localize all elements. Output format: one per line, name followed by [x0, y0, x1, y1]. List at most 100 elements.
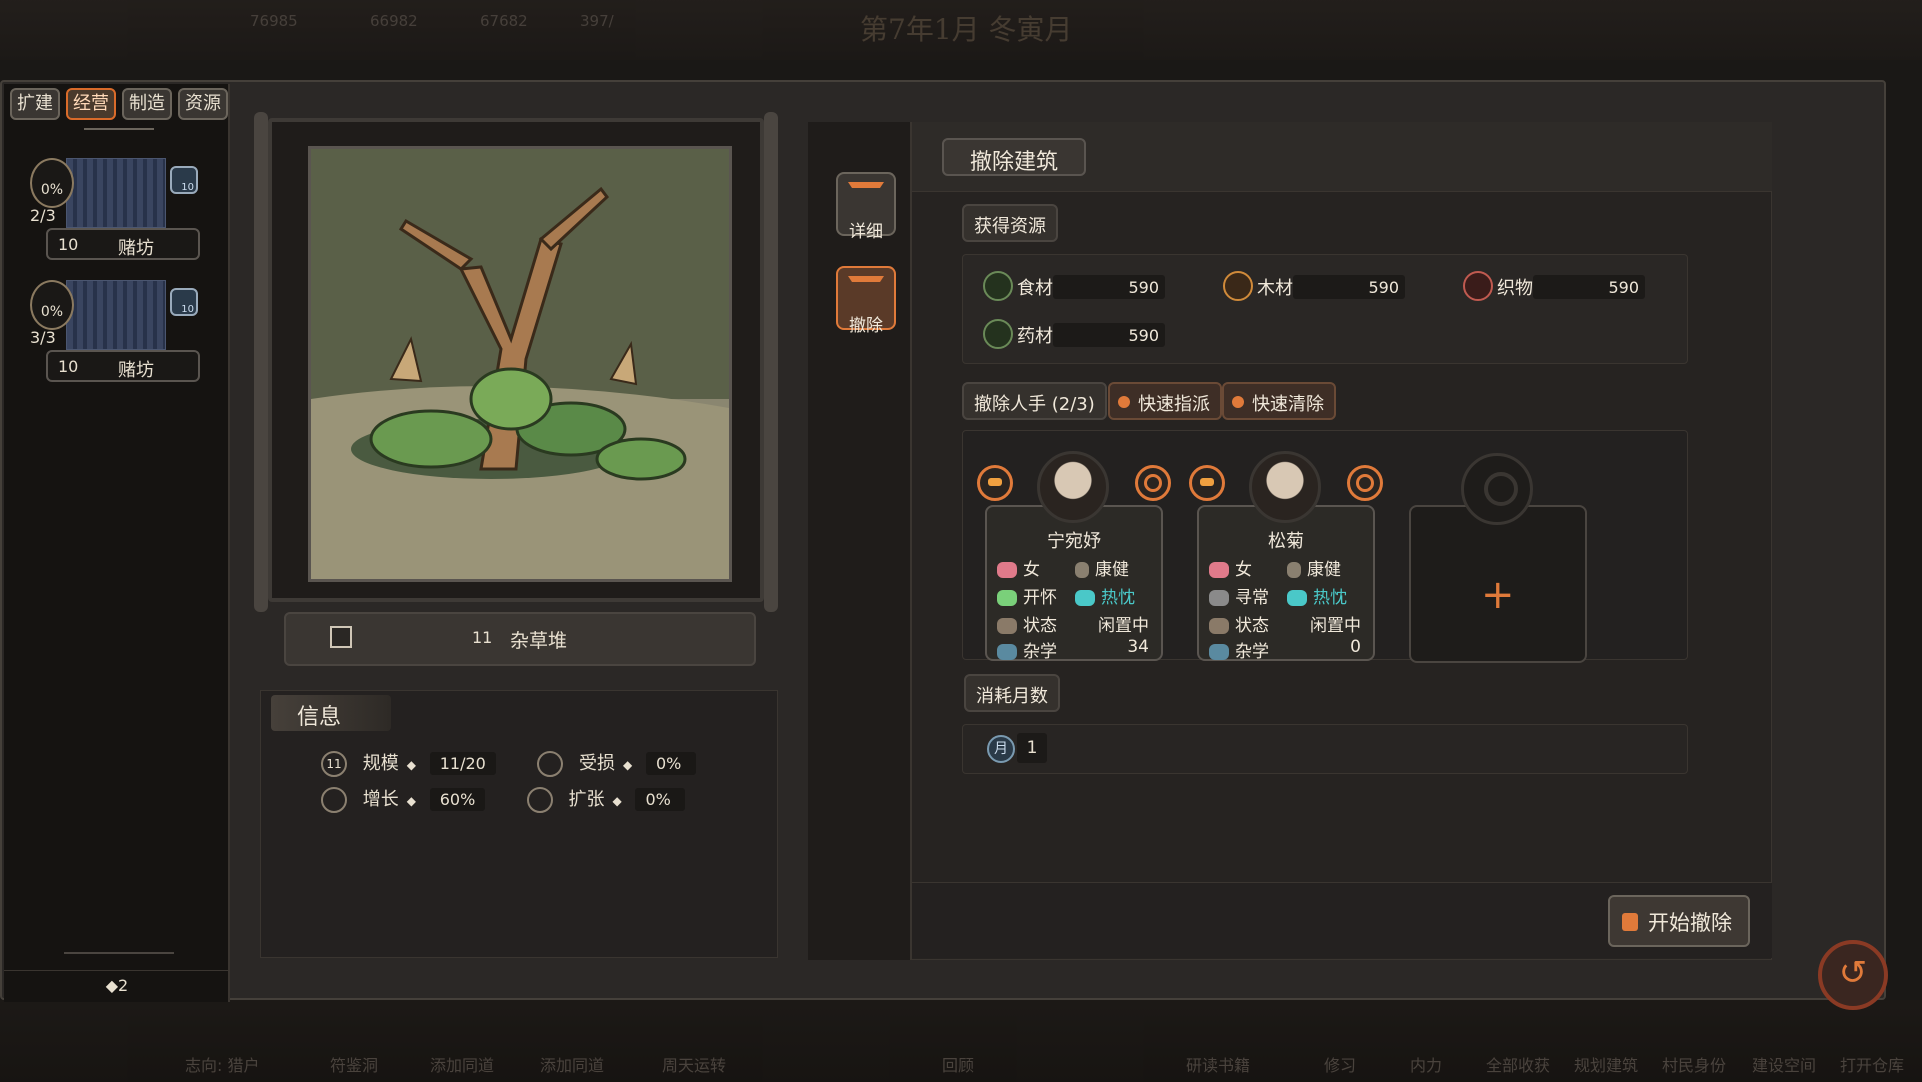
- avatar: [1037, 451, 1109, 523]
- sidebar-footer: ◆2: [4, 970, 230, 1000]
- herb-icon: [983, 319, 1013, 349]
- worker-health: 康健: [1307, 560, 1341, 580]
- worker-card: 松菊 女 康健 寻常 热忱 状态 闲置中 杂学 0: [1197, 505, 1375, 662]
- hud-label: 全部收获: [1486, 1056, 1551, 1075]
- add-worker-slot[interactable]: +: [1409, 451, 1587, 663]
- workers-panel: 宁宛妤 女 康健 开怀 热忱 状态 闲置中 杂学 34 松菊 女 康健 寻常 热…: [962, 430, 1688, 663]
- resource-item: 药材 590: [983, 319, 1167, 349]
- gold-ingot-icon[interactable]: [977, 465, 1013, 501]
- info-value: 60%: [429, 788, 486, 811]
- gender-icon: [997, 562, 1017, 578]
- info-panel: 信息 11 规模 ◆ 11/20 受损 ◆ 0% 增长 ◆ 60% 扩张 ◆ 0%: [260, 690, 778, 958]
- skill-icon: [1209, 644, 1229, 660]
- grid-icon[interactable]: [330, 626, 352, 648]
- skill-icon: [997, 644, 1017, 660]
- mood-icon: [1209, 590, 1229, 606]
- hud-label: 村民身份: [1662, 1056, 1727, 1075]
- game-date: 第7年1月 冬寅月: [860, 13, 1073, 46]
- empty-avatar: [1461, 453, 1533, 525]
- search-icon[interactable]: [1347, 465, 1383, 501]
- resource-item: 织物 590: [1463, 271, 1647, 301]
- building-level: 11: [472, 628, 493, 647]
- building-thumbnail: [66, 280, 166, 350]
- divider: [64, 952, 174, 954]
- worker-slot[interactable]: 松菊 女 康健 寻常 热忱 状态 闲置中 杂学 0: [1189, 451, 1383, 662]
- info-row: 11 规模 ◆ 11/20 受损 ◆ 0%: [321, 749, 696, 777]
- hud-label: 回顾: [942, 1056, 975, 1075]
- tab-details[interactable]: 详细: [836, 172, 896, 242]
- tab-expand[interactable]: 扩建: [10, 88, 60, 120]
- resource-name: 木材: [1257, 278, 1293, 299]
- gold-ingot-icon[interactable]: [1189, 465, 1225, 501]
- expand-icon: [526, 787, 553, 813]
- tab-operate[interactable]: 经营: [66, 88, 116, 120]
- worker-card: 宁宛妤 女 康健 开怀 热忱 状态 闲置中 杂学 34: [985, 505, 1163, 662]
- building-card[interactable]: 0% 2/3 10 10 赌坊: [26, 154, 200, 264]
- building-thumbnail: [66, 158, 166, 228]
- info-row: 增长 ◆ 60% 扩张 ◆ 0%: [321, 785, 686, 813]
- building-illustration: [308, 146, 732, 582]
- resource-name: 食材: [1017, 278, 1053, 299]
- search-icon[interactable]: [1135, 465, 1171, 501]
- trait-icon: [1287, 590, 1307, 606]
- hud-label: 打开仓库: [1840, 1056, 1905, 1075]
- trait-icon: [1075, 590, 1095, 606]
- hud-resource: 67682: [480, 12, 528, 30]
- hud-label: 符鉴洞: [330, 1056, 379, 1075]
- resource-value: 590: [1128, 326, 1159, 345]
- level-badge-icon: 10: [170, 166, 198, 194]
- sidebar-tabs: 扩建 经营 制造 资源: [10, 88, 228, 120]
- return-icon[interactable]: ↺: [1818, 940, 1888, 1010]
- worker-slot[interactable]: 宁宛妤 女 康健 开怀 热忱 状态 闲置中 杂学 34: [977, 451, 1171, 662]
- food-icon: [983, 271, 1013, 301]
- building-caption: 11 杂草堆: [284, 612, 756, 666]
- pavilion-icon: [848, 182, 884, 210]
- resource-name: 织物: [1497, 278, 1533, 299]
- hud-resource: 76985: [250, 12, 298, 30]
- worker-count: 3/3: [30, 328, 56, 347]
- demolish-icon: [848, 276, 884, 304]
- worker-gender: 女: [1023, 560, 1040, 580]
- damage-icon: [537, 751, 564, 777]
- status-icon: [1209, 618, 1229, 634]
- resource-value: 590: [1608, 278, 1639, 297]
- action-bar: 开始撤除: [912, 882, 1772, 958]
- health-icon: [1075, 562, 1089, 578]
- worker-count: 2/3: [30, 206, 56, 225]
- months-value: 1: [1017, 733, 1047, 763]
- hud-label: 内力: [1410, 1056, 1443, 1075]
- tab-label: 撤除: [849, 316, 883, 336]
- tab-craft[interactable]: 制造: [122, 88, 172, 120]
- info-label: 受损: [579, 753, 616, 774]
- worker-mood: 寻常: [1235, 588, 1269, 608]
- wood-icon: [1223, 271, 1253, 301]
- hud-label: 修习: [1324, 1056, 1357, 1075]
- building-level: 10: [58, 357, 79, 376]
- bottom-hud: 志向: 猎户 符鉴洞 添加同道 添加同道 周天运转 回顾 研读书籍 修习 内力 …: [0, 1000, 1922, 1082]
- resource-item: 食材 590: [983, 271, 1167, 301]
- top-hud: 76985 66982 67682 397/ 第7年1月 冬寅月: [0, 0, 1922, 60]
- building-card[interactable]: 0% 3/3 10 10 赌坊: [26, 276, 200, 386]
- resource-item: 木材 590: [1223, 271, 1407, 301]
- months-label: 消耗月数: [964, 674, 1060, 712]
- tab-demolish[interactable]: 撤除: [836, 266, 896, 336]
- building-picture-frame: [254, 112, 778, 612]
- building-name: 赌坊: [118, 238, 154, 259]
- quick-assign-button[interactable]: 快速指派: [1108, 382, 1222, 420]
- tab-resources[interactable]: 资源: [178, 88, 228, 120]
- hud-label: 添加同道: [430, 1056, 495, 1075]
- quick-clear-button[interactable]: 快速清除: [1222, 382, 1336, 420]
- start-demolish-button[interactable]: 开始撤除: [1608, 895, 1750, 947]
- skill-label: 杂学: [1023, 642, 1057, 662]
- info-label: 规模: [362, 753, 399, 774]
- worker-gender: 女: [1235, 560, 1252, 580]
- status-icon: [997, 618, 1017, 634]
- gain-resources-label: 获得资源: [962, 204, 1058, 242]
- status-label: 状态: [1235, 616, 1269, 636]
- worker-health: 康健: [1095, 560, 1129, 580]
- worker-trait: 热忱: [1101, 588, 1135, 608]
- info-value: 11/20: [429, 752, 496, 775]
- demolish-content: 撤除建筑 获得资源 食材 590 木材 590 织物 590 药材 590 撤除…: [912, 122, 1772, 958]
- progress-badge: 0%: [30, 280, 74, 330]
- vertical-tabs: 详细 撤除: [808, 122, 912, 960]
